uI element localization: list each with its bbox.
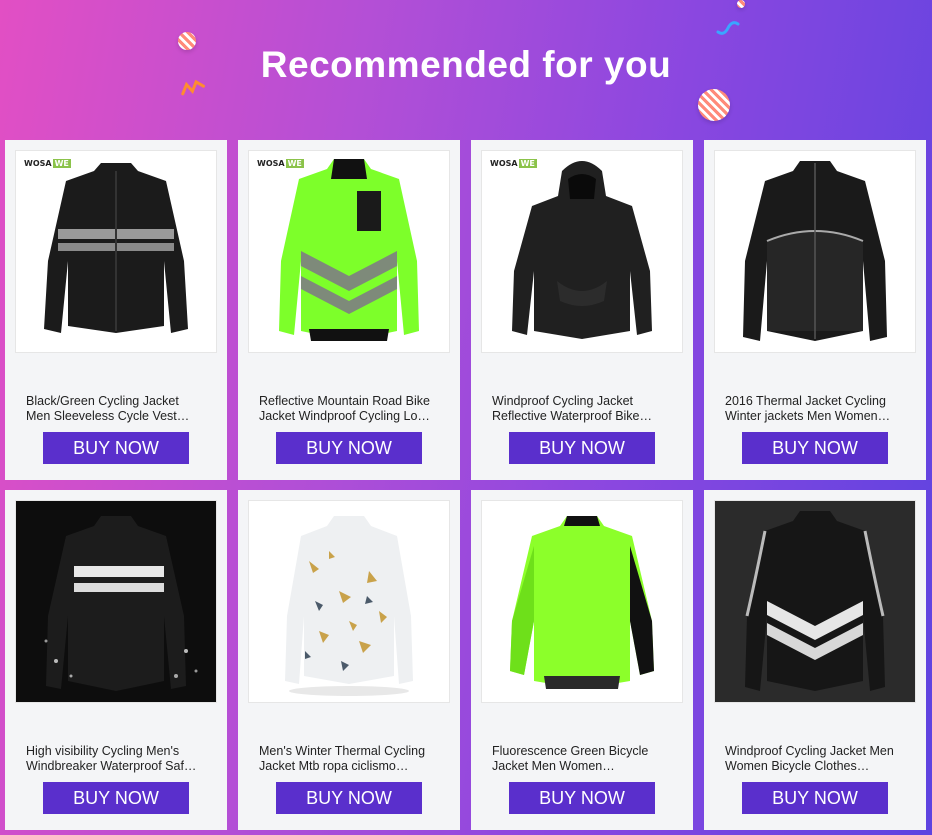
buy-now-button[interactable]: BUY NOW [742,432,888,464]
green-reflective-jacket-icon [279,159,419,341]
product-card[interactable]: WOSA WE Reflective Mountain Road Bike Jac… [238,140,460,480]
product-image[interactable] [249,501,449,702]
buy-now-button[interactable]: BUY NOW [509,782,655,814]
product-title[interactable]: Windproof Cycling Jacket Reflective Wate… [492,394,677,424]
product-card[interactable]: Men's Winter Thermal Cycling Jacket Mtb … [238,490,460,830]
product-image[interactable] [715,501,915,702]
product-card[interactable]: Fluorescence Green Bicycle Jacket Men Wo… [471,490,693,830]
buy-now-button[interactable]: BUY NOW [742,782,888,814]
high-visibility-jacket-icon [16,501,216,702]
product-title[interactable]: Black/Green Cycling Jacket Men Sleeveles… [26,394,211,424]
fluorescent-green-jacket-icon [510,516,654,689]
product-card[interactable]: WOSA WE Black/Green Cycling Jacket Men Sl… [5,140,227,480]
buy-now-button[interactable]: BUY NOW [43,432,189,464]
product-image[interactable] [715,151,915,352]
product-image[interactable]: WOSA WE [482,151,682,352]
product-image[interactable] [16,501,216,702]
buy-now-button[interactable]: BUY NOW [43,782,189,814]
product-title[interactable]: Men's Winter Thermal Cycling Jacket Mtb … [259,744,444,774]
buy-now-button[interactable]: BUY NOW [276,782,422,814]
brand-logo: WOSA WE [24,159,71,168]
product-title[interactable]: High visibility Cycling Men's Windbreake… [26,744,211,774]
product-title[interactable]: Reflective Mountain Road Bike Jacket Win… [259,394,444,424]
black-hooded-jacket-icon [512,161,652,339]
product-title[interactable]: Windproof Cycling Jacket Men Women Bicyc… [725,744,910,774]
brand-logo: WOSA WE [257,159,304,168]
page-title: Recommended for you [260,44,672,85]
buy-now-button[interactable]: BUY NOW [276,432,422,464]
printed-thermal-jersey-icon [285,516,413,696]
product-card[interactable]: Windproof Cycling Jacket Men Women Bicyc… [704,490,926,830]
product-title[interactable]: 2016 Thermal Jacket Cycling Winter jacke… [725,394,910,424]
brand-logo: WOSA WE [490,159,537,168]
product-card[interactable]: High visibility Cycling Men's Windbreake… [5,490,227,830]
thermal-jacket-icon [743,161,887,341]
product-image[interactable]: WOSA WE [249,151,449,352]
product-image[interactable] [482,501,682,702]
striped-ball-icon [698,89,730,121]
reflective-vest-jacket-icon [715,501,915,702]
product-image[interactable]: WOSA WE [16,151,216,352]
buy-now-button[interactable]: BUY NOW [509,432,655,464]
striped-ball-icon [737,0,745,8]
product-card[interactable]: 2016 Thermal Jacket Cycling Winter jacke… [704,140,926,480]
product-card[interactable]: WOSA WE Windproof Cycling Jacket Reflecti… [471,140,693,480]
black-cycling-jacket-icon [44,163,188,333]
confetti-icon [716,16,740,41]
product-title[interactable]: Fluorescence Green Bicycle Jacket Men Wo… [492,744,677,774]
